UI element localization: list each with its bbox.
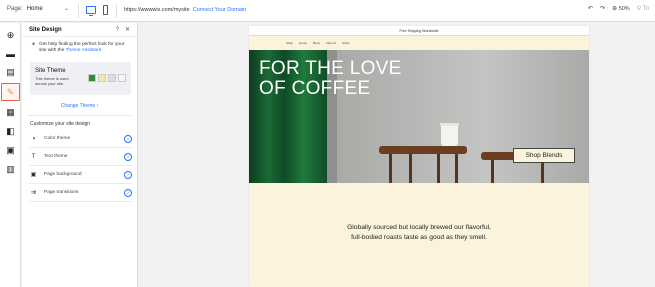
editor-top-bar: Page: Home ⌄ https://wwwwix.com/mysite Con… [0, 0, 655, 22]
top-bar-actions: ↶ ↷ ⊕ 50% ⚲ To [588, 5, 649, 12]
site-nav: Shop Home Brew Visit Us Order [249, 36, 589, 50]
hero-title: FOR THE LOVE OF COFFEE [259, 59, 402, 99]
lightbulb-icon: ✦ [31, 42, 37, 48]
site-design-icon[interactable]: ✎ [5, 87, 16, 98]
connect-domain-link[interactable]: Connect Your Domain [193, 7, 247, 13]
help-icon[interactable]: ? [116, 27, 119, 33]
zoom-control[interactable]: ⊕ 50% [612, 5, 630, 12]
chevron-down-icon[interactable]: ⌄ [64, 5, 69, 12]
theme-card-title: Site Theme [35, 68, 66, 74]
color-swatch [118, 74, 126, 82]
media-icon[interactable]: ▣ [5, 145, 16, 156]
tools-label: To [642, 6, 649, 12]
left-tool-rail: ⊕ ▬ ▤ ✎ ▦ ◧ ▣ ▥ [0, 23, 21, 287]
panel-header: Site Design ? ✕ [22, 23, 137, 37]
row-label: Color theme [44, 136, 71, 141]
tools-button[interactable]: ⚲ To [637, 5, 649, 12]
site-nav-item[interactable]: Visit Us [326, 41, 336, 45]
hero-section: FOR THE LOVE OF COFFEE [249, 50, 589, 183]
divider [116, 4, 117, 18]
stool-leg [437, 154, 440, 183]
color-theme-row[interactable]: ◑ Color theme › [29, 130, 132, 148]
change-theme-label: Change Theme [60, 103, 96, 109]
sections-icon[interactable]: ▬ [5, 48, 16, 59]
customize-heading: Customize your site design [30, 121, 91, 127]
pages-icon[interactable]: ▤ [5, 67, 16, 78]
image-icon: ▣ [30, 172, 37, 178]
row-label: Page transitions [44, 190, 79, 195]
coffee-cup-image [440, 123, 459, 146]
undo-icon[interactable]: ↶ [588, 5, 593, 12]
color-swatch [108, 74, 116, 82]
site-nav-item[interactable]: Shop [286, 41, 293, 45]
help-text: Get help finding the perfect look for yo… [39, 42, 129, 54]
stool-seat [379, 146, 467, 154]
add-elements-icon[interactable]: ⊕ [5, 30, 16, 41]
site-design-panel: Site Design ? ✕ ✦ Get help finding the p… [22, 23, 138, 287]
hero-title-line: OF COFFEE [259, 78, 371, 99]
row-label: Page background [44, 172, 82, 177]
transition-icon: ⇉ [30, 190, 37, 196]
text-icon: T [31, 153, 36, 160]
palette-icon: ◑ [31, 135, 36, 142]
chevron-right-icon[interactable]: › [124, 152, 132, 161]
chevron-right-icon[interactable]: › [124, 170, 132, 179]
stool-leg [409, 154, 412, 183]
divider [78, 4, 79, 18]
row-label: Text theme [44, 154, 68, 159]
chevron-right-icon[interactable]: › [124, 134, 132, 143]
text-theme-row[interactable]: T Text theme › [29, 148, 132, 166]
mobile-view-icon[interactable] [103, 5, 108, 15]
editor-canvas: Free Shipping Worldwide Shop Home Brew V… [139, 23, 655, 287]
zoom-value: 50% [618, 6, 630, 12]
stool-leg [455, 154, 458, 183]
site-theme-card[interactable]: Site Theme This theme is used across you… [30, 62, 131, 95]
hero-title-line: FOR THE LOVE [259, 58, 402, 79]
page-background-row[interactable]: ▣ Page background › [29, 166, 132, 184]
close-icon[interactable]: ✕ [125, 26, 130, 33]
arrow-right-icon: › [96, 103, 99, 109]
theme-swatches [88, 74, 126, 82]
desktop-view-icon[interactable] [86, 6, 96, 16]
site-url: https://wwwwix.com/mysite Connect Your Do… [124, 7, 246, 13]
color-swatch [98, 74, 106, 82]
design-options-list: ◑ Color theme › T Text theme › ▣ Page ba… [22, 130, 137, 202]
site-preview[interactable]: Free Shipping Worldwide Shop Home Brew V… [249, 26, 589, 287]
stool-leg [491, 160, 494, 183]
site-announcement-bar: Free Shipping Worldwide [249, 26, 589, 36]
page-value: Home [26, 6, 43, 12]
shop-blends-button[interactable]: Shop Blends [513, 148, 575, 163]
site-nav-item[interactable]: Order [342, 41, 350, 45]
chevron-right-icon[interactable]: › [124, 188, 132, 197]
redo-icon[interactable]: ↷ [600, 5, 605, 12]
site-nav-item[interactable]: Home [299, 41, 307, 45]
business-icon[interactable]: ◧ [5, 126, 16, 137]
panel-title: Site Design [29, 26, 62, 33]
stool-leg [541, 160, 544, 183]
page-transitions-row[interactable]: ⇉ Page transitions › [29, 184, 132, 202]
stool-leg [389, 154, 392, 183]
page-label: Page: [7, 6, 23, 12]
theme-help: ✦ Get help finding the perfect look for … [22, 37, 137, 54]
theme-assistant-link[interactable]: Theme Assistant [66, 48, 101, 53]
url-text: https://wwwwix.com/mysite [124, 7, 190, 13]
apps-icon[interactable]: ▦ [5, 107, 16, 118]
site-nav-item[interactable]: Brew [313, 41, 320, 45]
cms-icon[interactable]: ▥ [5, 164, 16, 175]
change-theme-link[interactable]: Change Theme › [22, 103, 137, 109]
color-swatch [88, 74, 96, 82]
site-tagline: Globally sourced but locally brewed our … [347, 224, 491, 241]
page-selector[interactable]: Page: Home [7, 6, 43, 12]
theme-card-description: This theme is used across your site. [35, 76, 69, 86]
